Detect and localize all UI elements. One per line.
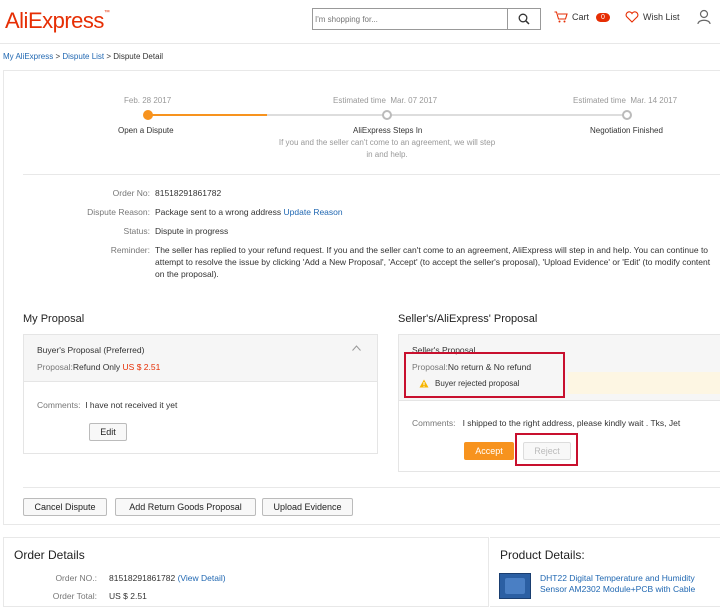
timeline-step-1-date: Feb. 28 2017 <box>124 96 172 105</box>
aliexpress-logo[interactable]: AliExpress™ <box>5 8 110 34</box>
timeline-step-3-est: Estimated time <box>573 96 626 105</box>
my-proposal-title: My Proposal <box>23 313 85 325</box>
breadcrumb-dispute-list[interactable]: Dispute List <box>62 52 104 61</box>
order-details-no-value: 81518291861782 <box>109 573 176 583</box>
view-detail-link[interactable]: (View Detail) <box>178 573 226 583</box>
search-box <box>312 8 541 30</box>
user-avatar[interactable] <box>697 9 711 27</box>
dispute-reason-value: Package sent to a wrong address <box>155 207 282 217</box>
reminder-line-1: The seller has replied to your refund re… <box>155 245 709 255</box>
divider <box>23 174 720 175</box>
my-proposal-card: Buyer's Proposal (Preferred) Proposal:Re… <box>23 334 378 454</box>
heart-icon <box>625 11 639 23</box>
timeline-step-3-date: Mar. 14 2017 <box>630 96 678 105</box>
timeline-step-2-label: AliExpress Steps In <box>353 126 423 135</box>
divider <box>23 487 720 488</box>
buyer-comments-value: I have not received it yet <box>85 400 178 410</box>
search-icon <box>518 13 530 25</box>
buyer-comments-label: Comments: <box>37 400 81 410</box>
wish-list-label: Wish List <box>643 12 680 22</box>
logo-text: AliExpress <box>5 8 104 33</box>
cancel-dispute-button[interactable]: Cancel Dispute <box>23 498 107 516</box>
seller-comments-value: I shipped to the right address, please k… <box>462 418 681 428</box>
order-no-value: 81518291861782 <box>155 188 222 198</box>
status-value: Dispute in progress <box>155 226 229 236</box>
seller-proposal-title: Seller's/AliExpress' Proposal <box>398 313 538 325</box>
my-proposal-header <box>24 335 377 382</box>
cart-label: Cart <box>572 12 590 22</box>
seller-comments-label: Comments: <box>412 418 456 428</box>
reject-highlight-box <box>515 433 578 466</box>
search-input[interactable] <box>315 11 505 27</box>
buyer-proposal-value: Refund Only <box>72 362 121 372</box>
dispute-info: Order No: 81518291861782 Dispute Reason: P… <box>23 187 720 280</box>
reminder-label: Reminder: <box>110 245 150 255</box>
dispute-reason-label: Dispute Reason: <box>87 207 150 217</box>
search-button[interactable] <box>507 9 540 29</box>
timeline-step-3-label: Negotiation Finished <box>590 126 663 135</box>
upload-evidence-button[interactable]: Upload Evidence <box>262 498 353 516</box>
timeline-step-1-label: Open a Dispute <box>118 126 174 135</box>
user-icon <box>697 9 711 25</box>
status-label: Status: <box>123 226 150 236</box>
order-details-no-label: Order NO.: <box>55 573 97 583</box>
product-thumbnail[interactable] <box>499 573 531 599</box>
product-name-line-1: DHT22 Digital Temperature and Humidity <box>540 573 695 583</box>
product-name-line-2: Sensor AM2302 Module+PCB with Cable <box>540 584 696 594</box>
timeline-step-1-dot <box>143 110 153 120</box>
timeline-step-2-desc-line2: in and help. <box>366 150 408 159</box>
order-total-label: Order Total: <box>52 591 97 601</box>
top-header: AliExpress™ Cart 0 Wish List <box>0 0 720 44</box>
timeline-track <box>267 114 627 116</box>
product-name-link[interactable]: DHT22 Digital Temperature and Humidity Se… <box>540 573 695 595</box>
order-total-value: US $ 2.51 <box>109 591 147 601</box>
timeline-step-2-desc-line1: If you and the seller can't come to an a… <box>278 138 496 147</box>
reminder-line-2: attempt to resolve the issue by clicking… <box>155 257 711 267</box>
timeline-step-3-dot <box>622 110 632 120</box>
edit-proposal-button[interactable]: Edit <box>89 423 127 441</box>
reminder-line-3: on the proposal). <box>155 269 219 279</box>
accept-button[interactable]: Accept <box>464 442 514 460</box>
timeline-progress <box>148 114 267 116</box>
buyer-proposal-heading: Buyer's Proposal (Preferred) <box>37 345 145 355</box>
timeline-step-2-desc: If you and the seller can't come to an a… <box>262 137 512 161</box>
order-total-row: Order Total: US $ 2.51 <box>4 591 147 601</box>
breadcrumb-my-aliexpress[interactable]: My AliExpress <box>3 52 53 61</box>
timeline-step-2-date: Mar. 07 2017 <box>390 96 438 105</box>
order-details-title: Order Details <box>14 548 85 562</box>
logo-trademark: ™ <box>103 10 110 16</box>
buyer-proposal-label: Proposal: <box>37 362 73 372</box>
cart-count-badge: 0 <box>596 12 610 22</box>
breadcrumb: My AliExpress > Dispute List > Dispute D… <box>3 52 163 61</box>
add-return-goods-proposal-button[interactable]: Add Return Goods Proposal <box>115 498 256 516</box>
timeline-step-2-dot <box>382 110 392 120</box>
timeline-step-2-est: Estimated time <box>333 96 386 105</box>
update-reason-link[interactable]: Update Reason <box>284 207 343 217</box>
wish-list-link[interactable]: Wish List <box>625 11 680 23</box>
chevron-up-icon[interactable] <box>352 345 361 351</box>
warning-strip <box>568 372 720 394</box>
cart-icon <box>554 11 568 23</box>
order-no-label: Order No: <box>112 188 150 198</box>
cart-link[interactable]: Cart 0 <box>554 11 610 23</box>
order-no-row: Order NO.: 81518291861782 (View Detail) <box>4 573 226 583</box>
breadcrumb-separator: > <box>53 52 63 61</box>
breadcrumb-separator: > <box>104 52 114 61</box>
product-details-title: Product Details: <box>500 548 585 562</box>
buyer-proposal-amount: US $ 2.51 <box>122 362 161 372</box>
breadcrumb-current: Dispute Detail <box>113 52 164 61</box>
proposal-highlight-box <box>404 352 565 398</box>
